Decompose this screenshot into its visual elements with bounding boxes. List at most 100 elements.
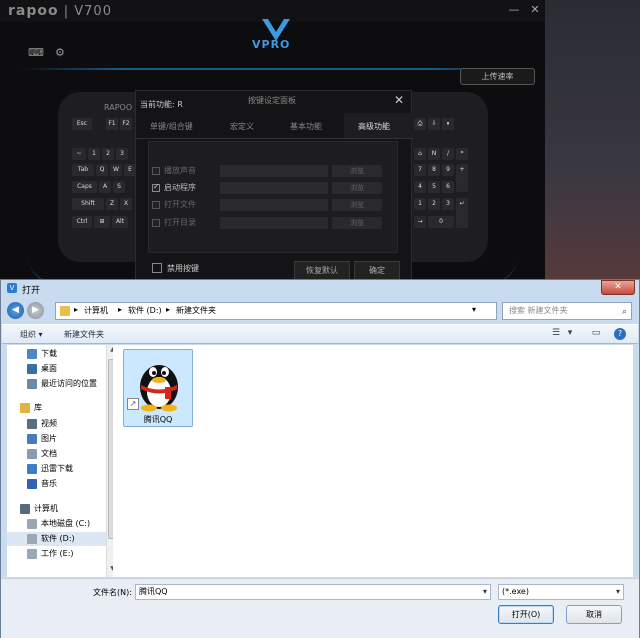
filetype-select[interactable]: (*.exe) ▾ — [498, 584, 624, 600]
key-home[interactable]: ⌂ — [414, 148, 426, 160]
play-sound-browse-button[interactable]: 浏览 — [332, 165, 382, 177]
key-tab[interactable]: Tab — [72, 164, 94, 176]
confirm-button[interactable]: 确定 — [354, 261, 400, 281]
sidebar-item-computer[interactable]: 计算机 — [7, 502, 107, 516]
sidebar-item-downloads[interactable]: 下载 — [7, 347, 107, 361]
play-sound-path-field[interactable] — [220, 165, 328, 177]
sidebar-item-pictures[interactable]: 图片 — [7, 432, 107, 446]
tab-single-combo[interactable]: 单键/组合键 — [150, 121, 193, 132]
launch-program-checkbox[interactable] — [152, 182, 160, 192]
key-ctrl[interactable]: Ctrl — [72, 216, 92, 228]
chevron-down-icon[interactable]: ▾ — [616, 585, 620, 599]
sidebar-item-drive-d[interactable]: 软件 (D:) — [7, 532, 107, 546]
back-arrow-icon[interactable]: ◀ — [7, 302, 24, 319]
key-num-8[interactable]: 8 — [428, 164, 440, 176]
upload-rate-button[interactable]: 上传速率 — [460, 68, 535, 85]
sidebar-item-videos[interactable]: 视频 — [7, 417, 107, 431]
sidebar-item-drive-e[interactable]: 工作 (E:) — [7, 547, 107, 561]
key-w[interactable]: W — [110, 164, 122, 176]
breadcrumb-computer[interactable]: 计算机 — [84, 305, 108, 316]
key-x[interactable]: X — [120, 198, 132, 210]
key-num-7[interactable]: 7 — [414, 164, 426, 176]
key-z[interactable]: Z — [106, 198, 118, 210]
key-shift[interactable]: Shift — [72, 198, 104, 210]
open-directory-browse-button[interactable]: 浏览 — [332, 217, 382, 229]
open-directory-path-field[interactable] — [220, 217, 328, 229]
key-caps[interactable]: Caps — [72, 181, 97, 193]
app-logo: rapoo | V700 — [8, 3, 112, 19]
sidebar-item-libraries[interactable]: 库 — [7, 401, 107, 415]
key-num-4[interactable]: 4 — [414, 181, 426, 193]
key-2[interactable]: 2 — [102, 148, 114, 160]
open-file-path-field[interactable] — [220, 199, 328, 211]
address-bar[interactable]: ▸ 计算机 ▸ 软件 (D:) ▸ 新建文件夹 ▾ ⟳ — [55, 302, 542, 320]
key-num-1[interactable]: 1 — [414, 198, 426, 210]
key-right[interactable]: → — [414, 216, 426, 228]
close-icon[interactable]: ✕ — [526, 2, 544, 18]
launch-program-browse-button[interactable]: 浏览 — [332, 182, 382, 194]
forward-arrow-icon[interactable]: ▶ — [27, 302, 44, 319]
sidebar-item-music[interactable]: 音乐 — [7, 477, 107, 491]
cancel-button[interactable]: 取消 — [566, 605, 622, 624]
tab-advanced[interactable]: 高级功能 — [358, 121, 390, 132]
open-file-checkbox[interactable] — [152, 201, 160, 209]
key-numlock[interactable]: N — [428, 148, 440, 160]
breadcrumb-new-folder[interactable]: 新建文件夹 — [176, 305, 216, 316]
tab-macro[interactable]: 宏定义 — [230, 121, 254, 132]
view-options-icon[interactable]: ☰ — [550, 328, 562, 340]
key-num-6[interactable]: 6 — [442, 181, 454, 193]
address-dropdown-icon[interactable]: ▾ — [472, 305, 476, 314]
key-pause[interactable]: ⏸ — [442, 118, 454, 130]
key-esc[interactable]: Esc — [72, 118, 92, 130]
view-dropdown-icon[interactable]: ▾ — [564, 328, 576, 340]
key-3[interactable]: 3 — [116, 148, 128, 160]
key-num-9[interactable]: 9 — [442, 164, 454, 176]
gear-icon[interactable]: ⚙ — [55, 46, 69, 59]
tab-basic[interactable]: 基本功能 — [290, 121, 322, 132]
key-win[interactable]: ⊞ — [94, 216, 110, 228]
search-input[interactable]: 搜索 新建文件夹 ⌕ — [502, 302, 632, 320]
key-tilde[interactable]: ~ — [72, 148, 86, 160]
key-f2[interactable]: F2 — [120, 118, 132, 130]
open-directory-checkbox[interactable] — [152, 219, 160, 227]
keyboard-icon[interactable]: ⌨ — [28, 46, 44, 59]
key-num-star[interactable]: * — [456, 148, 468, 160]
key-num-0[interactable]: 0 — [428, 216, 454, 228]
key-num-2[interactable]: 2 — [428, 198, 440, 210]
preview-pane-icon[interactable]: ▭ — [590, 328, 602, 340]
sidebar-item-xunlei[interactable]: 迅雷下载 — [7, 462, 107, 476]
play-sound-checkbox[interactable] — [152, 167, 160, 175]
open-file-browse-button[interactable]: 浏览 — [332, 199, 382, 211]
key-prtsc[interactable]: ⎙ — [414, 118, 426, 130]
key-scroll[interactable]: ⇩ — [428, 118, 440, 130]
restore-default-button[interactable]: 恢复默认 — [294, 261, 350, 281]
key-num-5[interactable]: 5 — [428, 181, 440, 193]
breadcrumb-drive-d[interactable]: 软件 (D:) — [128, 305, 162, 316]
key-s[interactable]: S — [113, 181, 125, 193]
key-a[interactable]: A — [99, 181, 111, 193]
key-1[interactable]: 1 — [88, 148, 100, 160]
close-icon[interactable]: ✕ — [394, 93, 404, 107]
organize-menu[interactable]: 组织 ▾ — [20, 329, 43, 340]
sidebar-item-recent[interactable]: 最近访问的位置 — [7, 377, 107, 391]
key-q[interactable]: Q — [96, 164, 108, 176]
sidebar-item-desktop[interactable]: 桌面 — [7, 362, 107, 376]
new-folder-button[interactable]: 新建文件夹 — [64, 329, 104, 340]
chevron-down-icon[interactable]: ▾ — [483, 585, 487, 599]
filename-input[interactable]: 腾讯QQ ▾ — [135, 584, 491, 600]
key-alt[interactable]: Alt — [112, 216, 128, 228]
key-num-3[interactable]: 3 — [442, 198, 454, 210]
open-button[interactable]: 打开(O) — [498, 605, 554, 624]
help-icon[interactable]: ? — [614, 328, 626, 340]
launch-program-path-field[interactable] — [220, 182, 328, 194]
key-num-plus[interactable]: + — [456, 164, 468, 192]
file-item-qq[interactable]: ↗ 腾讯QQ — [123, 349, 193, 427]
disable-key-checkbox[interactable] — [152, 263, 162, 273]
key-num-slash[interactable]: / — [442, 148, 454, 160]
minimize-icon[interactable]: — — [505, 2, 523, 18]
sidebar-item-drive-c[interactable]: 本地磁盘 (C:) — [7, 517, 107, 531]
sidebar-item-documents[interactable]: 文档 — [7, 447, 107, 461]
key-f1[interactable]: F1 — [106, 118, 118, 130]
close-button[interactable]: ✕ — [601, 280, 635, 295]
key-num-enter[interactable]: ↵ — [456, 198, 468, 228]
